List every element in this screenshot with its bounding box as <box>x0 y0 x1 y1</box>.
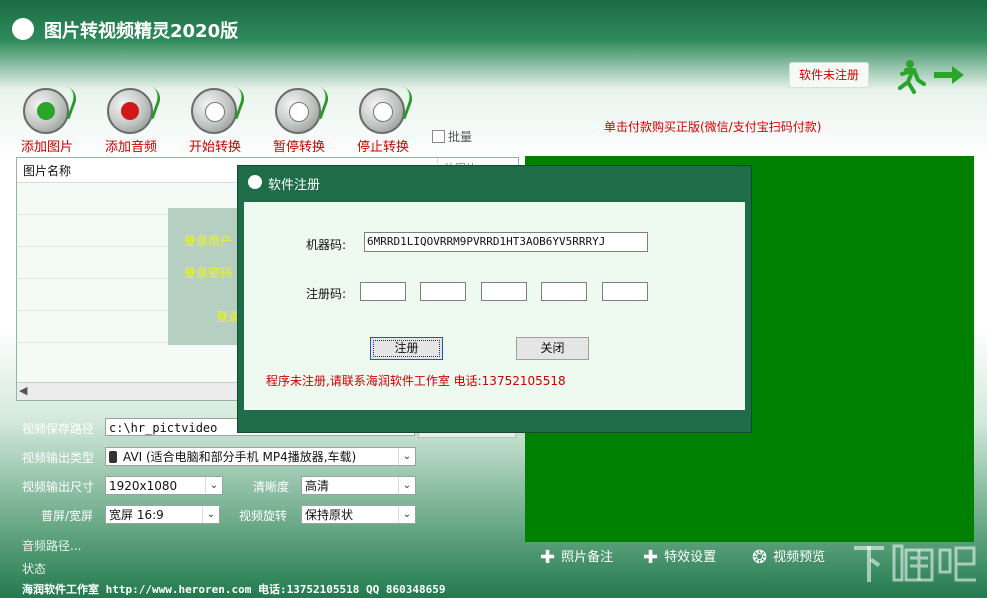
photo-note-button[interactable]: ✚ 照片备注 <box>540 546 613 568</box>
unregistered-badge[interactable]: 软件未注册 <box>789 62 869 88</box>
chevron-down-icon: ⌄ <box>202 506 219 523</box>
add-audio-label: 添加音频 <box>104 140 157 155</box>
video-preview-button[interactable]: ❂ 视频预览 <box>752 546 825 568</box>
output-size-value: 1920x1080 <box>109 479 178 493</box>
phone-icon <box>109 451 117 463</box>
screen-ratio-select[interactable]: 宽屏 16:9 ⌄ <box>105 505 220 524</box>
buy-link[interactable]: 单击付款购买正版(微信/支付宝扫码付款) <box>604 118 821 135</box>
batch-checkbox[interactable]: 批量 <box>432 128 472 145</box>
app-title: 图片转视频精灵2020版 <box>44 21 239 42</box>
login-password-label: 登录密码 <box>184 266 233 280</box>
machine-code-field[interactable]: 6MRRD1LIQOVRRM9PVRRD1HT3AOB6YV5RRRYJ <box>364 232 648 252</box>
column-header-name[interactable]: 图片名称 <box>23 162 71 179</box>
stop-convert-label: 停止转换 <box>356 140 409 155</box>
effects-settings-label: 特效设置 <box>664 550 717 565</box>
film-reel-icon: ❂ <box>752 547 768 568</box>
login-panel: 登录用户 登录密码 登录 <box>168 208 248 345</box>
registration-status: 程序未注册,请联系海润软件工作室 电话:13752105518 <box>266 374 566 388</box>
register-dialog: 软件注册 机器码: 6MRRD1LIQOVRRM9PVRRD1HT3AOB6YV… <box>237 165 752 433</box>
machine-code-label: 机器码: <box>306 238 347 252</box>
dialog-title: 软件注册 <box>268 178 321 193</box>
start-convert-button[interactable]: 开始转换 <box>180 86 250 158</box>
rotate-value: 保持原状 <box>305 508 354 522</box>
chevron-down-icon: ⌄ <box>398 448 415 465</box>
screen-ratio-label: 普屏/宽屏 <box>41 509 94 523</box>
plus-icon: ✚ <box>540 547 556 568</box>
chevron-down-icon: ⌄ <box>398 477 415 494</box>
chevron-down-icon: ⌄ <box>398 506 415 523</box>
status-label: 状态 <box>22 562 47 576</box>
photo-note-label: 照片备注 <box>561 550 614 565</box>
reg-code-input-4[interactable] <box>541 282 587 301</box>
output-size-select[interactable]: 1920x1080 ⌄ <box>105 476 223 495</box>
output-type-label: 视频输出类型 <box>22 451 95 465</box>
reg-code-label: 注册码: <box>306 287 347 301</box>
reg-code-input-3[interactable] <box>481 282 527 301</box>
audio-path-link[interactable]: 音频路径... <box>22 537 81 554</box>
app-logo-icon <box>12 18 34 40</box>
rotate-select[interactable]: 保持原状 ⌄ <box>301 505 416 524</box>
add-audio-button[interactable]: 添加音频 <box>96 86 166 158</box>
close-button[interactable]: 关闭 <box>516 337 589 360</box>
save-path-label: 视频保存路径 <box>22 422 95 436</box>
login-user-label: 登录用户 <box>184 234 233 248</box>
stop-convert-button[interactable]: 停止转换 <box>348 86 418 158</box>
chevron-down-icon: ⌄ <box>205 477 222 494</box>
video-preview-label: 视频预览 <box>773 550 826 565</box>
checkbox-icon <box>432 130 445 143</box>
clarity-value: 高清 <box>305 479 330 493</box>
dialog-logo-icon <box>248 175 262 189</box>
exit-icon[interactable] <box>888 58 968 94</box>
output-type-value: AVI (适合电脑和部分手机 MP4播放器,车载) <box>123 450 357 464</box>
screen-ratio-value: 宽屏 16:9 <box>109 508 164 522</box>
clarity-select[interactable]: 高清 ⌄ <box>301 476 416 495</box>
reg-code-input-2[interactable] <box>420 282 466 301</box>
watermark-logo <box>850 540 980 595</box>
rotate-label: 视频旋转 <box>239 509 288 523</box>
dialog-body: 机器码: 6MRRD1LIQOVRRM9PVRRD1HT3AOB6YV5RRRY… <box>244 202 745 410</box>
output-type-select[interactable]: AVI (适合电脑和部分手机 MP4播放器,车载) ⌄ <box>105 447 416 466</box>
plus-icon: ✚ <box>643 547 659 568</box>
effects-settings-button[interactable]: ✚ 特效设置 <box>643 546 716 568</box>
clarity-label: 清晰度 <box>253 480 290 494</box>
reg-code-input-5[interactable] <box>602 282 648 301</box>
add-image-label: 添加图片 <box>20 140 73 155</box>
output-size-label: 视频输出尺寸 <box>22 480 95 494</box>
pause-convert-label: 暂停转换 <box>272 140 325 155</box>
footer-info: 海润软件工作室 http://www.heroren.com 电话:137521… <box>22 583 446 596</box>
add-image-button[interactable]: 添加图片 <box>12 86 82 158</box>
batch-label: 批量 <box>448 130 473 144</box>
start-convert-label: 开始转换 <box>188 140 241 155</box>
reg-code-input-1[interactable] <box>360 282 406 301</box>
register-button[interactable]: 注册 <box>370 337 443 360</box>
pause-convert-button[interactable]: 暂停转换 <box>264 86 334 158</box>
scroll-left-icon[interactable]: ◀ <box>19 384 27 397</box>
